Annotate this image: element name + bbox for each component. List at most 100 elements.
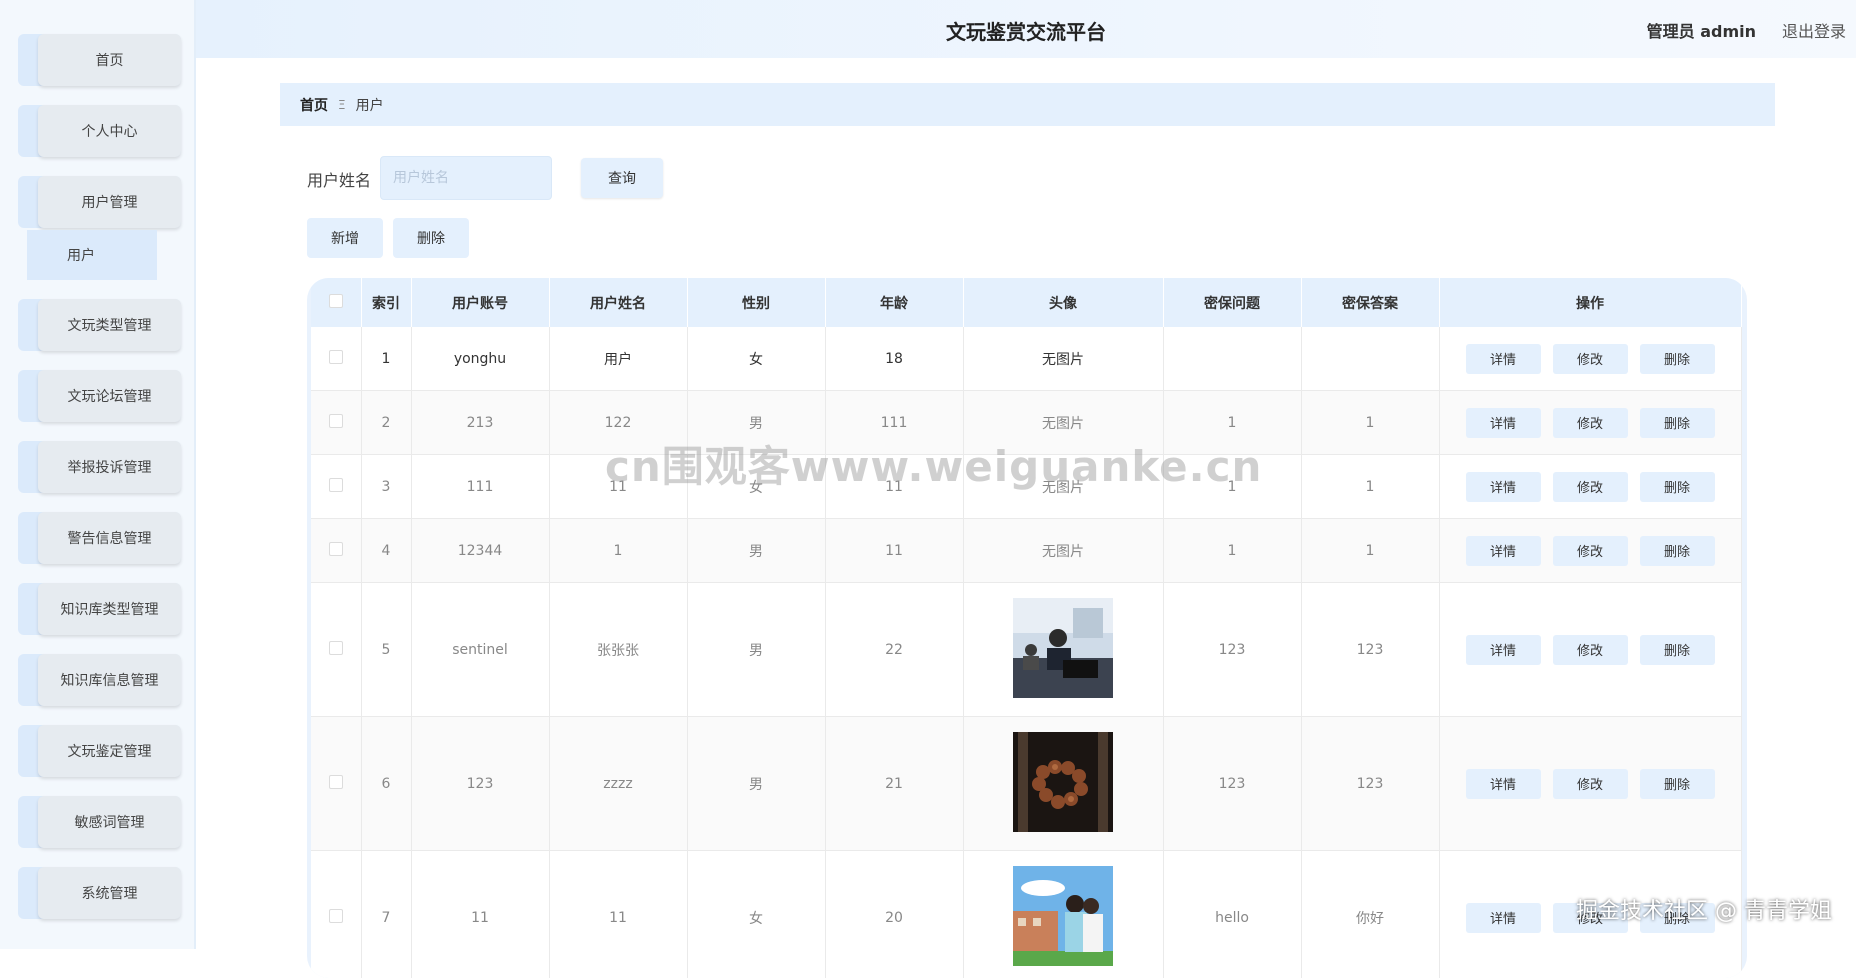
menu-item-sensitive-words[interactable]: 敏感词管理 [18,796,181,848]
top-header: 文玩鉴赏交流平台 管理员 admin 退出登录 [196,0,1856,58]
row-select-cell[interactable] [311,851,361,978]
cell-account: 213 [411,391,549,455]
breadcrumb-separator-icon: Ξ [338,98,346,112]
table-row: 6 123 zzzz 男 21 123 123 [311,717,1741,851]
edit-button[interactable]: 修改 [1553,635,1628,665]
edit-button[interactable]: 修改 [1553,769,1628,799]
menu-item-label: 文玩类型管理 [38,299,181,351]
cell-actions: 详情 修改 删除 [1439,455,1741,519]
cell-index: 7 [361,851,411,978]
add-button[interactable]: 新增 [307,218,383,258]
row-select-cell[interactable] [311,717,361,851]
cell-account: 111 [411,455,549,519]
menu-item-profile[interactable]: 个人中心 [18,105,181,157]
search-label: 用户姓名 [307,167,371,191]
cell-avatar [963,583,1163,717]
select-all-checkbox[interactable] [329,294,343,308]
avatar-office-photo[interactable] [1013,598,1113,698]
menu-item-kb-info[interactable]: 知识库信息管理 [18,654,181,706]
row-checkbox[interactable] [329,478,343,492]
cell-name: 用户 [549,327,687,391]
logout-link[interactable]: 退出登录 [1782,18,1846,42]
app-title: 文玩鉴赏交流平台 [196,16,1856,45]
current-user: 管理员 admin [1647,18,1756,42]
row-select-cell[interactable] [311,391,361,455]
menu-item-forum[interactable]: 文玩论坛管理 [18,370,181,422]
select-all-cell[interactable] [311,278,361,327]
cell-answer: 1 [1301,391,1439,455]
row-delete-button[interactable]: 删除 [1640,408,1715,438]
menu-item-user-management[interactable]: 用户管理 [18,176,181,228]
row-checkbox[interactable] [329,542,343,556]
detail-button[interactable]: 详情 [1466,472,1541,502]
cell-question: hello [1163,851,1301,978]
column-header: 密保问题 [1163,278,1301,327]
search-name-input[interactable] [380,156,552,200]
detail-button[interactable]: 详情 [1466,344,1541,374]
detail-button[interactable]: 详情 [1466,635,1541,665]
menu-item-appraisal[interactable]: 文玩鉴定管理 [18,725,181,777]
cell-account: 11 [411,851,549,978]
cell-answer: 123 [1301,583,1439,717]
menu-item-kb-type[interactable]: 知识库类型管理 [18,583,181,635]
watermark-text: cn围观客www.weiguanke.cn [605,433,1262,494]
detail-button[interactable]: 详情 [1466,903,1541,933]
cell-gender: 男 [687,583,825,717]
delete-button[interactable]: 删除 [393,218,469,258]
detail-button[interactable]: 详情 [1466,769,1541,799]
cell-name: 张张张 [549,583,687,717]
cell-avatar: 无图片 [963,327,1163,391]
column-header: 密保答案 [1301,278,1439,327]
row-select-cell[interactable] [311,455,361,519]
menu-item-label: 首页 [38,34,181,86]
menu-item-label: 举报投诉管理 [38,441,181,493]
cell-age: 18 [825,327,963,391]
edit-button[interactable]: 修改 [1553,472,1628,502]
menu-item-antique-type[interactable]: 文玩类型管理 [18,299,181,351]
edit-button[interactable]: 修改 [1553,408,1628,438]
detail-button[interactable]: 详情 [1466,536,1541,566]
detail-button[interactable]: 详情 [1466,408,1541,438]
row-delete-button[interactable]: 删除 [1640,344,1715,374]
avatar-beads-photo[interactable] [1013,732,1113,832]
row-delete-button[interactable]: 删除 [1640,635,1715,665]
row-select-cell[interactable] [311,327,361,391]
cell-question [1163,327,1301,391]
avatar-campus-photo[interactable] [1013,866,1113,966]
cell-name: 11 [549,851,687,978]
breadcrumb: 首页 Ξ 用户 [280,83,1775,126]
cell-index: 3 [361,455,411,519]
column-header: 头像 [963,278,1163,327]
row-delete-button[interactable]: 删除 [1640,769,1715,799]
column-header: 性别 [687,278,825,327]
cell-account: 123 [411,717,549,851]
breadcrumb-home[interactable]: 首页 [300,95,328,115]
column-header: 用户账号 [411,278,549,327]
row-delete-button[interactable]: 删除 [1640,472,1715,502]
menu-item-warnings[interactable]: 警告信息管理 [18,512,181,564]
cell-answer [1301,327,1439,391]
query-button[interactable]: 查询 [581,158,663,198]
row-select-cell[interactable] [311,519,361,583]
row-checkbox[interactable] [329,775,343,789]
menu-item-system[interactable]: 系统管理 [18,867,181,919]
menu-item-reports[interactable]: 举报投诉管理 [18,441,181,493]
cell-age: 20 [825,851,963,978]
edit-button[interactable]: 修改 [1553,344,1628,374]
row-delete-button[interactable]: 删除 [1640,536,1715,566]
row-checkbox[interactable] [329,350,343,364]
row-checkbox[interactable] [329,414,343,428]
menu-item-home[interactable]: 首页 [18,34,181,86]
table-row: 5 sentinel 张张张 男 22 123 123 [311,583,1741,717]
row-checkbox[interactable] [329,641,343,655]
submenu-item-users[interactable]: 用户 [27,230,157,280]
row-checkbox[interactable] [329,909,343,923]
cell-age: 22 [825,583,963,717]
edit-button[interactable]: 修改 [1553,536,1628,566]
menu-item-label: 知识库信息管理 [38,654,181,706]
cell-age: 11 [825,519,963,583]
cell-account: 12344 [411,519,549,583]
row-select-cell[interactable] [311,583,361,717]
cell-answer: 你好 [1301,851,1439,978]
table-row: 1 yonghu 用户 女 18 无图片 详情 修改 删除 [311,327,1741,391]
